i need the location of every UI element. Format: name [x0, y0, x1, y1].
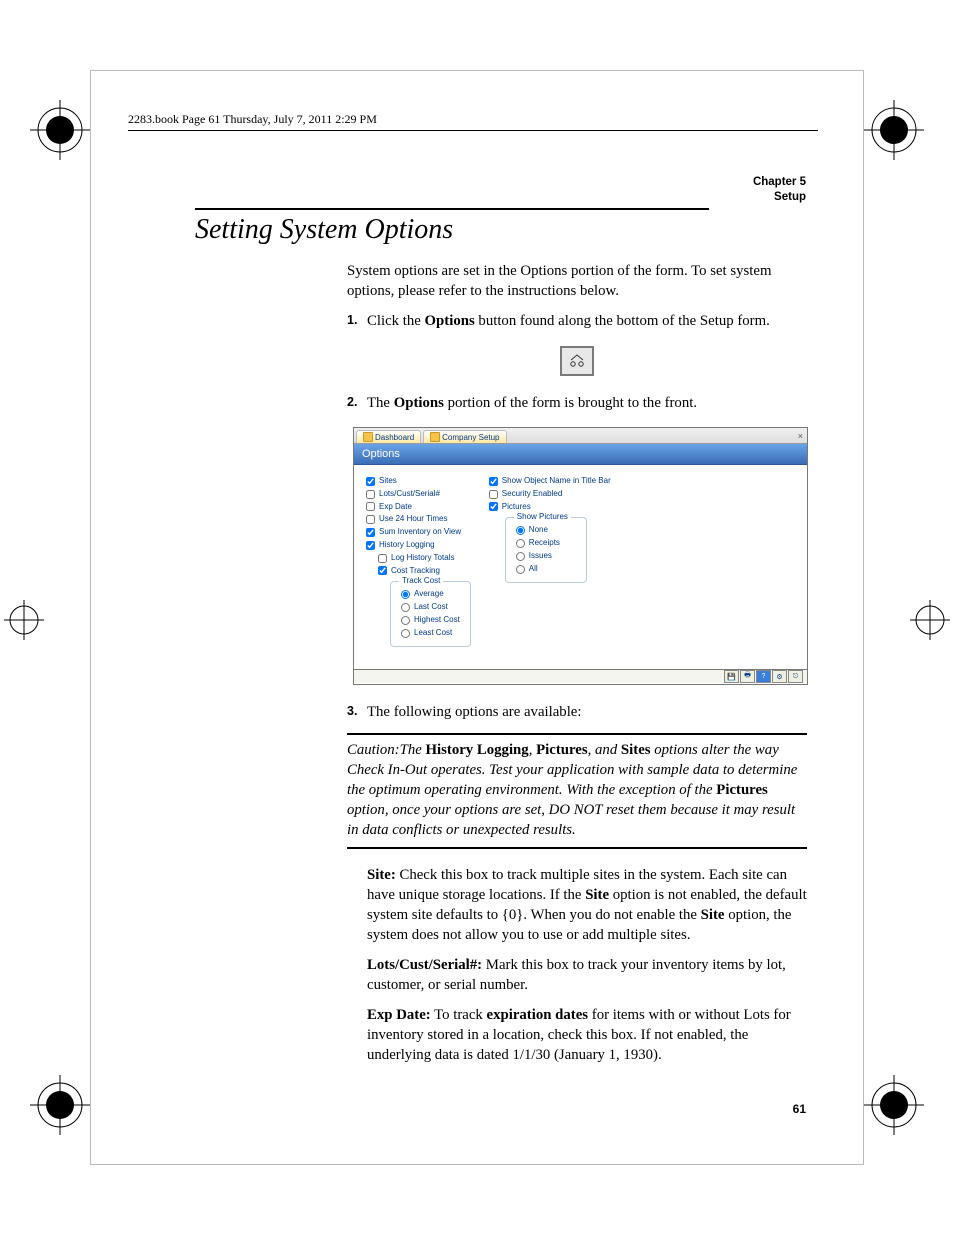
checkbox-sites[interactable]: Sites	[366, 475, 471, 488]
running-head: Chapter 5 Setup	[753, 175, 806, 205]
checkbox-lots[interactable]: Lots/Cust/Serial#	[366, 488, 471, 501]
step-1-number: 1.	[347, 312, 367, 329]
folder-icon	[363, 432, 373, 442]
step-3-number: 3.	[347, 703, 367, 720]
app-tabstrip: Dashboard Company Setup ×	[354, 428, 807, 444]
radio-issues[interactable]: Issues	[516, 550, 576, 563]
tab-dashboard[interactable]: Dashboard	[356, 430, 421, 443]
crop-mark-bottom-left	[30, 1075, 90, 1135]
fieldset-track-cost: Track Cost Average Last Cost Highest Cos…	[390, 581, 471, 646]
header-rule	[128, 130, 818, 131]
fieldset-show-pictures: Show Pictures None Receipts Issues All	[505, 517, 587, 582]
crop-mark-bottom-right	[864, 1075, 924, 1135]
step-2-text: The Options portion of the form is broug…	[367, 394, 807, 414]
radio-least-cost[interactable]: Least Cost	[401, 627, 460, 640]
def-site: Site: Check this box to track multiple s…	[367, 866, 807, 946]
crop-mark-mid-right	[910, 600, 950, 640]
running-head-line2: Setup	[753, 190, 806, 205]
tab-company-setup[interactable]: Company Setup	[423, 430, 506, 443]
radio-none[interactable]: None	[516, 524, 576, 537]
footer-help-icon[interactable]: ?	[756, 670, 771, 683]
options-icon	[560, 346, 594, 376]
footer-exit-icon[interactable]: ⎋	[788, 670, 803, 683]
step-1-text: Click the Options button found along the…	[367, 312, 807, 332]
running-head-line1: Chapter 5	[753, 175, 806, 190]
radio-all[interactable]: All	[516, 563, 576, 576]
intro-paragraph: System options are set in the Options po…	[347, 262, 807, 302]
panel-header: Options	[354, 444, 807, 465]
page-number: 61	[793, 1102, 806, 1116]
footer-save-icon[interactable]: 💾	[724, 670, 739, 683]
checkbox-history-logging[interactable]: History Logging	[366, 539, 471, 552]
definitions-block: Site: Check this box to track multiple s…	[367, 866, 807, 1076]
body-column: System options are set in the Options po…	[347, 262, 807, 422]
step-2-number: 2.	[347, 394, 367, 411]
def-exp: Exp Date: To track expiration dates for …	[367, 1006, 807, 1066]
footer-print-icon[interactable]: 🖶	[740, 670, 755, 683]
legend-track-cost: Track Cost	[399, 575, 443, 588]
section-title: Setting System Options	[195, 214, 453, 246]
options-form-screenshot: Dashboard Company Setup × Options Sites …	[353, 427, 808, 685]
checkbox-24-hour[interactable]: Use 24 Hour Times	[366, 513, 471, 526]
options-button-figure	[347, 346, 807, 376]
close-icon[interactable]: ×	[798, 431, 803, 441]
crop-mark-top-left	[30, 100, 90, 160]
legend-show-pictures: Show Pictures	[514, 511, 571, 524]
footer-options-icon[interactable]: ⚙	[772, 670, 787, 683]
checkbox-sum-inventory[interactable]: Sum Inventory on View	[366, 526, 471, 539]
checkbox-show-object-name[interactable]: Show Object Name in Title Bar	[489, 475, 611, 488]
step-1: 1. Click the Options button found along …	[347, 312, 807, 332]
app-statusbar: 💾 🖶 ? ⚙ ⎋	[354, 669, 807, 683]
radio-last-cost[interactable]: Last Cost	[401, 601, 460, 614]
crop-mark-top-right	[864, 100, 924, 160]
checkbox-log-history-totals[interactable]: Log History Totals	[366, 552, 471, 565]
def-lots: Lots/Cust/Serial#: Mark this box to trac…	[367, 956, 807, 996]
folder-icon	[430, 432, 440, 442]
radio-highest-cost[interactable]: Highest Cost	[401, 614, 460, 627]
options-right-column: Show Object Name in Title Bar Security E…	[489, 475, 611, 647]
crop-mark-mid-left	[4, 600, 44, 640]
radio-receipts[interactable]: Receipts	[516, 537, 576, 550]
section-rule	[195, 208, 709, 210]
radio-average[interactable]: Average	[401, 588, 460, 601]
options-left-column: Sites Lots/Cust/Serial# Exp Date Use 24 …	[366, 475, 471, 647]
page-header-line: 2283.book Page 61 Thursday, July 7, 2011…	[128, 112, 377, 127]
step-3-text: The following options are available:	[367, 703, 807, 723]
checkbox-exp-date[interactable]: Exp Date	[366, 501, 471, 514]
checkbox-security-enabled[interactable]: Security Enabled	[489, 488, 611, 501]
step-2: 2. The Options portion of the form is br…	[347, 394, 807, 414]
caution-block: Caution:The History Logging, Pictures, a…	[347, 733, 807, 849]
step-3-row: 3. The following options are available:	[347, 703, 807, 731]
